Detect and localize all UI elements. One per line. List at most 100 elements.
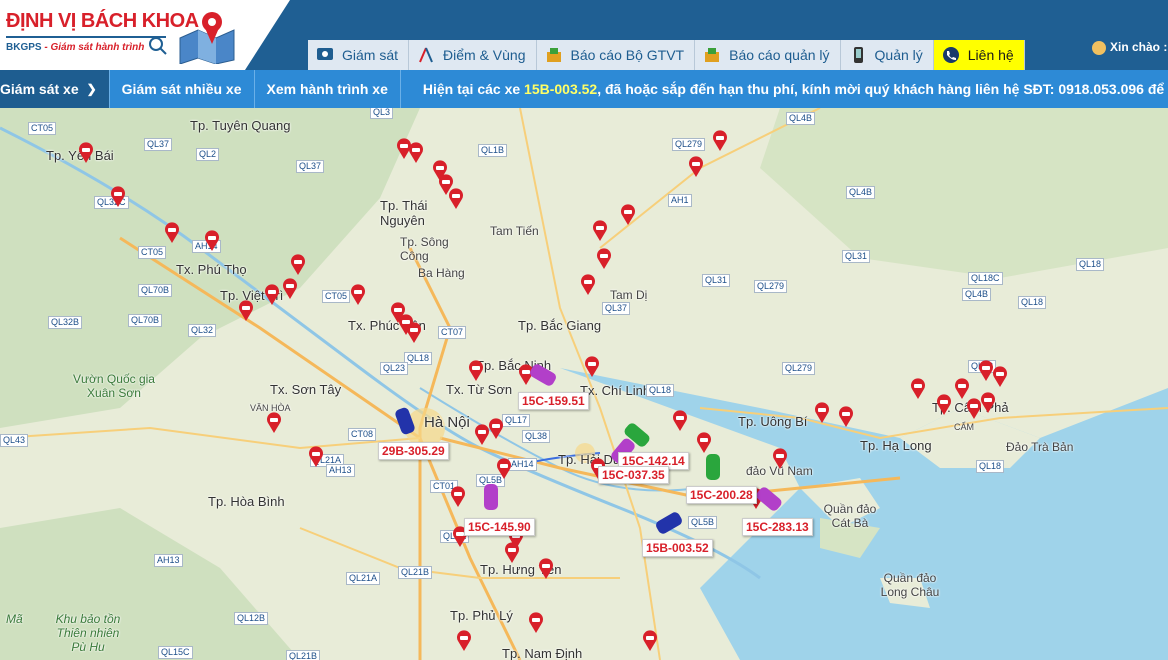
tab-bao-cao-bo-gtvt[interactable]: Báo cáo Bộ GTVT bbox=[536, 40, 696, 70]
road-label: QL23 bbox=[380, 362, 409, 375]
parked-vehicle-pin-icon[interactable] bbox=[350, 284, 366, 306]
greeting[interactable]: Xin chào : bbox=[1092, 40, 1167, 55]
parked-vehicle-pin-icon[interactable] bbox=[992, 366, 1008, 388]
road-label: CT05 bbox=[28, 122, 57, 135]
road-label: QL70B bbox=[128, 314, 163, 327]
subnav-label: Xem hành trình xe bbox=[266, 81, 388, 97]
parked-vehicle-pin-icon[interactable] bbox=[204, 230, 220, 252]
road-label: QL4B bbox=[786, 112, 816, 125]
tab-giam-sat[interactable]: Giám sát bbox=[308, 40, 410, 70]
parked-vehicle-pin-icon[interactable] bbox=[620, 204, 636, 226]
place-label: Tp. Phủ Lý bbox=[450, 608, 513, 623]
place-label: Tp. Uông Bí bbox=[738, 414, 808, 429]
parked-vehicle-pin-icon[interactable] bbox=[596, 248, 612, 270]
parked-vehicle-pin-icon[interactable] bbox=[264, 284, 280, 306]
parked-vehicle-pin-icon[interactable] bbox=[980, 392, 996, 414]
road-label: QL18 bbox=[1018, 296, 1047, 309]
place-label: Quần đảo Long Châu bbox=[880, 571, 940, 599]
parked-vehicle-pin-icon[interactable] bbox=[238, 300, 254, 322]
road-label: QL4B bbox=[962, 288, 992, 301]
tab-lien-he[interactable]: Liên hệ bbox=[933, 40, 1025, 70]
tab-quan-ly[interactable]: Quản lý bbox=[840, 40, 934, 70]
logo[interactable]: ĐỊNH VỊ BÁCH KHOA BKGPS - Giám sát hành … bbox=[0, 0, 290, 70]
parked-vehicle-pin-icon[interactable] bbox=[110, 186, 126, 208]
tab-label: Giám sát bbox=[342, 47, 399, 63]
road-label: QL70B bbox=[138, 284, 173, 297]
parked-vehicle-pin-icon[interactable] bbox=[290, 254, 306, 276]
subnav-giam-sat-xe[interactable]: Giám sát xe ❯ bbox=[0, 70, 110, 108]
tab-diem-vung[interactable]: Điểm & Vùng bbox=[409, 40, 537, 70]
chevron-down-icon: ❯ bbox=[86, 82, 97, 96]
vehicle-label[interactable]: 15B-003.52 bbox=[642, 539, 713, 557]
parked-vehicle-pin-icon[interactable] bbox=[814, 402, 830, 424]
place-label: Tp. Hạ Long bbox=[860, 438, 932, 453]
road-label: QL37 bbox=[144, 138, 173, 151]
vehicle-label[interactable]: 15C-145.90 bbox=[464, 518, 535, 536]
place-label: Tp. Sông Công bbox=[400, 235, 449, 263]
parked-vehicle-pin-icon[interactable] bbox=[584, 356, 600, 378]
road-label: QL18 bbox=[1076, 258, 1105, 271]
parked-vehicle-pin-icon[interactable] bbox=[538, 558, 554, 580]
parked-vehicle-pin-icon[interactable] bbox=[592, 220, 608, 242]
place-label: Tp. Hòa Bình bbox=[208, 494, 285, 509]
vehicle-label[interactable]: 15C-037.35 bbox=[598, 466, 669, 484]
tab-bao-cao-quan-ly[interactable]: Báo cáo quản lý bbox=[695, 40, 841, 70]
tab-label: Báo cáo quản lý bbox=[729, 47, 830, 63]
parked-vehicle-pin-icon[interactable] bbox=[406, 322, 422, 344]
report-icon bbox=[546, 48, 561, 62]
vehicle-marker[interactable] bbox=[706, 454, 720, 480]
parked-vehicle-pin-icon[interactable] bbox=[450, 486, 466, 508]
parked-vehicle-pin-icon[interactable] bbox=[456, 630, 472, 652]
parked-vehicle-pin-icon[interactable] bbox=[468, 360, 484, 382]
place-label: Mã bbox=[6, 612, 23, 626]
parked-vehicle-pin-icon[interactable] bbox=[474, 424, 490, 446]
tab-label: Báo cáo Bộ GTVT bbox=[570, 47, 685, 63]
vehicle-label[interactable]: 15C-283.13 bbox=[742, 518, 813, 536]
parked-vehicle-pin-icon[interactable] bbox=[448, 188, 464, 210]
logo-title: ĐỊNH VỊ BÁCH KHOA bbox=[6, 10, 199, 32]
road-label: QL37 bbox=[296, 160, 325, 173]
parked-vehicle-pin-icon[interactable] bbox=[266, 412, 282, 434]
parked-vehicle-pin-icon[interactable] bbox=[954, 378, 970, 400]
parked-vehicle-pin-icon[interactable] bbox=[838, 406, 854, 428]
parked-vehicle-pin-icon[interactable] bbox=[488, 418, 504, 440]
road-label: QL18 bbox=[976, 460, 1005, 473]
place-label: Quần đảo Cát Bà bbox=[823, 502, 877, 530]
parked-vehicle-pin-icon[interactable] bbox=[408, 142, 424, 164]
notice-suffix: , đã hoặc sắp đến hạn thu phí, kính mời … bbox=[597, 81, 1168, 97]
place-label: Tx. Chí Linh bbox=[580, 383, 651, 398]
parked-vehicle-pin-icon[interactable] bbox=[282, 278, 298, 300]
road-label: QL279 bbox=[782, 362, 816, 375]
parked-vehicle-pin-icon[interactable] bbox=[712, 130, 728, 152]
map-view[interactable]: Tp. Tuyên Quang Tp. Yên Bái Tp. Thái Ngu… bbox=[0, 108, 1168, 660]
vehicle-marker[interactable] bbox=[484, 484, 498, 510]
road-label: AH14 bbox=[508, 458, 537, 471]
parked-vehicle-pin-icon[interactable] bbox=[688, 156, 704, 178]
tab-label: Liên hệ bbox=[967, 47, 1014, 63]
monitor-icon bbox=[317, 48, 333, 60]
road-label: QL15C bbox=[158, 646, 193, 659]
parked-vehicle-pin-icon[interactable] bbox=[78, 142, 94, 164]
road-label: AH13 bbox=[154, 554, 183, 567]
vehicle-label[interactable]: 29B-305.29 bbox=[378, 442, 449, 460]
parked-vehicle-pin-icon[interactable] bbox=[308, 446, 324, 468]
parked-vehicle-pin-icon[interactable] bbox=[672, 410, 688, 432]
parked-vehicle-pin-icon[interactable] bbox=[164, 222, 180, 244]
parked-vehicle-pin-icon[interactable] bbox=[580, 274, 596, 296]
subnav-giam-sat-nhieu-xe[interactable]: Giám sát nhiều xe bbox=[110, 70, 255, 108]
parked-vehicle-pin-icon[interactable] bbox=[528, 612, 544, 634]
subnav-xem-hanh-trinh-xe[interactable]: Xem hành trình xe bbox=[255, 70, 401, 108]
road-label: QL43 bbox=[0, 434, 29, 447]
parked-vehicle-pin-icon[interactable] bbox=[642, 630, 658, 652]
road-label: QL31 bbox=[702, 274, 731, 287]
parked-vehicle-pin-icon[interactable] bbox=[936, 394, 952, 416]
parked-vehicle-pin-icon[interactable] bbox=[504, 542, 520, 564]
vehicle-label[interactable]: 15C-159.51 bbox=[518, 392, 589, 410]
parked-vehicle-pin-icon[interactable] bbox=[696, 432, 712, 454]
parked-vehicle-pin-icon[interactable] bbox=[910, 378, 926, 400]
road-label: QL32 bbox=[188, 324, 217, 337]
parked-vehicle-pin-icon[interactable] bbox=[772, 448, 788, 470]
parked-vehicle-pin-icon[interactable] bbox=[496, 458, 512, 480]
place-label: Tx. Từ Sơn bbox=[446, 382, 513, 397]
vehicle-label[interactable]: 15C-200.28 bbox=[686, 486, 757, 504]
